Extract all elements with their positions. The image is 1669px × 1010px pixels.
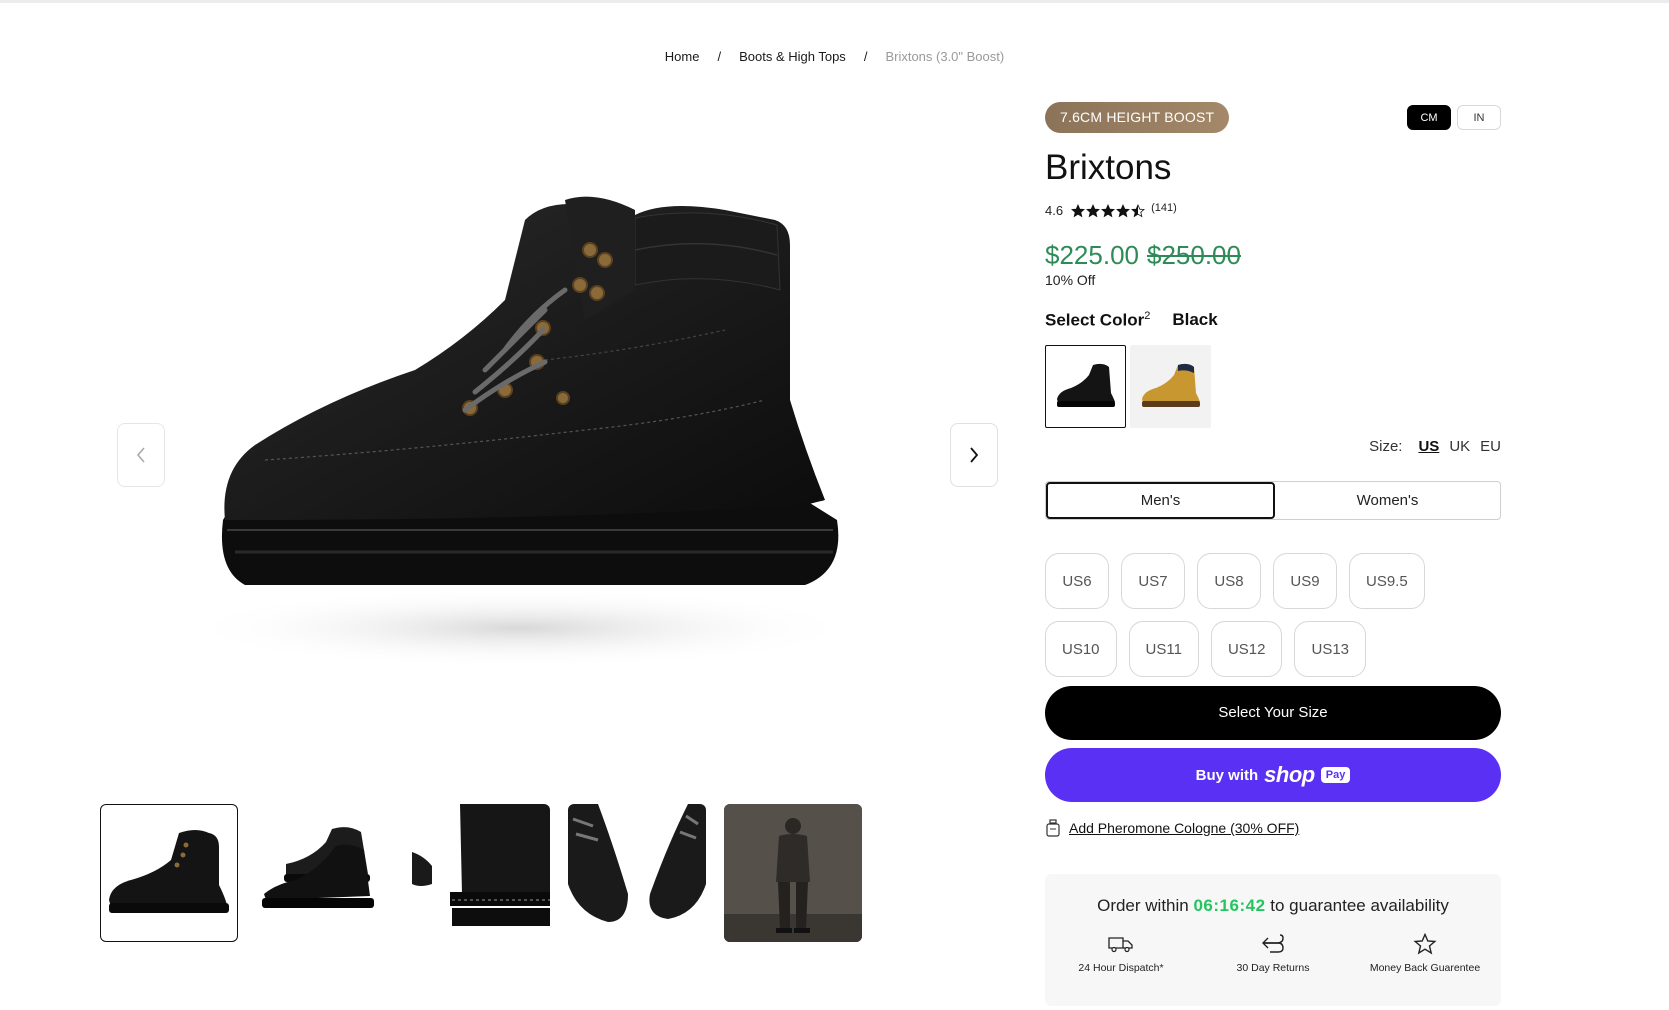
size-button[interactable]: US10	[1045, 621, 1117, 677]
size-options: US6 US7 US8 US9 US9.5 US10 US11 US12 US1…	[1045, 553, 1505, 677]
unit-toggle: CM IN	[1407, 105, 1501, 130]
swatch-black[interactable]	[1045, 345, 1126, 428]
size-system-selector: Size: US UK EU	[1369, 438, 1501, 455]
thumbnail-2[interactable]	[256, 804, 394, 942]
size-button[interactable]: US7	[1121, 553, 1185, 609]
rating-value: 4.6	[1045, 203, 1064, 218]
size-button[interactable]: US9	[1273, 553, 1337, 609]
top-divider	[0, 0, 1669, 3]
review-count: (141)	[1151, 201, 1177, 214]
select-color-label: Select Color	[1045, 310, 1145, 330]
addon-cologne[interactable]: Add Pheromone Cologne (30% OFF)	[1045, 819, 1299, 837]
size-button[interactable]: US13	[1294, 621, 1367, 677]
thumbnail-4[interactable]	[568, 804, 706, 942]
thumbnail-5[interactable]	[724, 804, 862, 942]
select-size-button[interactable]: Select Your Size	[1045, 686, 1501, 740]
chevron-left-icon	[136, 447, 145, 463]
shoppay-buy-text: Buy with	[1195, 766, 1259, 784]
gallery-next-button[interactable]	[950, 423, 998, 487]
gender-toggle: Men's Women's	[1045, 481, 1501, 520]
return-arrow-icon	[1262, 934, 1284, 953]
perk-returns: 30 Day Returns	[1198, 930, 1348, 974]
product-rating[interactable]: 4.6 (141)	[1045, 201, 1177, 219]
sale-price: $225.00	[1045, 240, 1139, 270]
breadcrumb-separator: /	[863, 49, 868, 64]
breadcrumb: Home / Boots & High Tops / Brixtons (3.0…	[0, 49, 1669, 64]
star-rating-icon	[1071, 203, 1146, 217]
thumbnail-strip	[100, 804, 862, 942]
main-product-image	[165, 100, 945, 740]
addon-cologne-link[interactable]: Add Pheromone Cologne (30% OFF)	[1069, 820, 1299, 836]
price-row: $225.00 $250.00	[1045, 240, 1241, 271]
thumbnail-1[interactable]	[100, 804, 238, 942]
swatch-tan[interactable]	[1130, 345, 1211, 428]
product-title: Brixtons	[1045, 148, 1172, 187]
order-countdown-box: Order within 06:16:42 to guarantee avail…	[1045, 874, 1501, 1006]
unit-in-button[interactable]: IN	[1457, 105, 1501, 130]
color-count: 2	[1144, 310, 1151, 322]
size-button[interactable]: US9.5	[1349, 553, 1425, 609]
gender-mens-button[interactable]: Men's	[1046, 482, 1275, 519]
unit-cm-button[interactable]: CM	[1407, 105, 1451, 130]
color-swatches	[1045, 345, 1211, 428]
breadcrumb-category[interactable]: Boots & High Tops	[739, 49, 846, 64]
perk-guarantee: Money Back Guarentee	[1350, 930, 1500, 974]
thumbnail-3[interactable]	[412, 804, 550, 942]
truck-icon	[1108, 937, 1133, 953]
perk-dispatch-label: 24 Hour Dispatch*	[1078, 962, 1164, 974]
gallery-prev-button[interactable]	[117, 423, 165, 487]
size-button[interactable]: US11	[1128, 621, 1199, 677]
discount-label: 10% Off	[1045, 272, 1096, 288]
perk-dispatch: 24 Hour Dispatch*	[1046, 930, 1196, 974]
height-boost-badge: 7.6CM HEIGHT BOOST	[1045, 102, 1230, 133]
perks-row: 24 Hour Dispatch* 30 Day Returns Money B…	[1045, 930, 1501, 974]
breadcrumb-current: Brixtons (3.0" Boost)	[885, 49, 1005, 64]
shoppay-pay-badge: Pay	[1320, 767, 1351, 783]
breadcrumb-separator: /	[717, 49, 722, 64]
size-button[interactable]: US6	[1045, 553, 1109, 609]
perfume-bottle-icon	[1046, 819, 1060, 837]
gender-womens-button[interactable]: Women's	[1275, 482, 1500, 519]
size-button[interactable]: US8	[1197, 553, 1261, 609]
order-prefix: Order within	[1097, 896, 1189, 915]
selected-color-name: Black	[1172, 310, 1218, 329]
size-system-eu[interactable]: EU	[1480, 438, 1501, 455]
order-suffix: to guarantee availability	[1270, 896, 1449, 915]
size-system-uk[interactable]: UK	[1449, 438, 1470, 455]
size-button[interactable]: US12	[1210, 621, 1283, 677]
countdown-timer: 06:16:42	[1193, 896, 1266, 915]
star-icon	[1413, 933, 1437, 955]
perk-returns-label: 30 Day Returns	[1236, 962, 1310, 974]
size-label: Size:	[1369, 438, 1403, 455]
rating-stars	[1071, 203, 1147, 218]
breadcrumb-home[interactable]: Home	[665, 49, 700, 64]
chevron-right-icon	[970, 447, 979, 463]
color-selector-label: Select Color2 Black	[1045, 310, 1218, 331]
compare-price: $250.00	[1146, 240, 1241, 270]
order-countdown-text: Order within 06:16:42 to guarantee avail…	[1045, 896, 1501, 916]
shoppay-logo-text: shop	[1264, 762, 1315, 787]
perk-guarantee-label: Money Back Guarentee	[1369, 962, 1481, 974]
size-system-us[interactable]: US	[1418, 438, 1439, 455]
shop-pay-button[interactable]: Buy with shop Pay	[1045, 748, 1501, 802]
